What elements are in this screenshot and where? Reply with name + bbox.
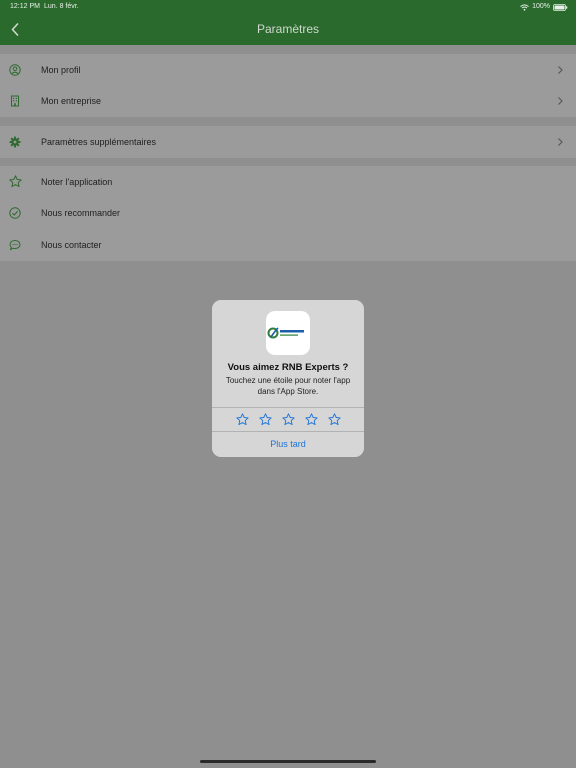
dialog-title: Vous aimez RNB Experts ? — [227, 362, 349, 373]
row-noter-application[interactable]: Noter l'application — [0, 166, 576, 198]
star-outline-icon — [258, 413, 272, 426]
row-label: Paramètres supplémentaires — [41, 136, 157, 147]
status-time: 12:12 PM — [10, 3, 40, 10]
navigation-bar: Paramètres — [0, 14, 576, 45]
status-bar: 12:12 PM Lun. 8 févr. 100% — [0, 0, 576, 14]
row-nous-contacter[interactable]: Nous contacter — [0, 229, 576, 261]
star-outline-icon — [304, 413, 318, 426]
star-2-button[interactable] — [258, 413, 272, 426]
plus-tard-button[interactable]: Plus tard — [212, 432, 364, 457]
app-logo — [266, 311, 310, 355]
battery-percent: 100% — [532, 3, 550, 10]
star-3-button[interactable] — [281, 413, 295, 426]
star-1-button[interactable] — [235, 413, 249, 426]
dialog-message: Touchez une étoile pour noter l'app dans… — [225, 376, 351, 396]
star-4-button[interactable] — [304, 413, 318, 426]
app-group: Noter l'application Nous recommander Nou… — [0, 166, 576, 261]
row-nous-recommander[interactable]: Nous recommander — [0, 198, 576, 230]
star-outline-icon — [235, 413, 249, 426]
star-outline-icon — [327, 413, 341, 426]
chevron-right-icon — [558, 65, 563, 74]
star-rating — [212, 408, 364, 431]
row-label: Mon entreprise — [41, 96, 102, 107]
gear-icon — [8, 135, 22, 149]
settings-group: Paramètres supplémentaires — [0, 126, 576, 158]
status-indicators: 100% — [520, 0, 568, 14]
home-indicator[interactable] — [200, 760, 376, 763]
row-label: Mon profil — [41, 64, 81, 75]
chat-bubble-icon — [8, 238, 22, 252]
status-date: Lun. 8 févr. — [44, 3, 79, 10]
row-label: Nous contacter — [41, 239, 102, 250]
chevron-right-icon — [558, 137, 563, 146]
building-icon — [8, 94, 22, 108]
battery-icon — [553, 3, 568, 11]
page-title: Paramètres — [256, 22, 320, 36]
row-mon-profil[interactable]: Mon profil — [0, 54, 576, 86]
wifi-icon — [520, 3, 529, 11]
star-outline-icon — [281, 413, 295, 426]
top-bar: 12:12 PM Lun. 8 févr. 100% Paramètres — [0, 0, 576, 45]
star-icon — [8, 175, 22, 189]
star-5-button[interactable] — [327, 413, 341, 426]
row-parametres-supplementaires[interactable]: Paramètres supplémentaires — [0, 126, 576, 158]
user-circle-icon — [8, 63, 22, 77]
check-circle-icon — [8, 206, 22, 220]
chevron-right-icon — [558, 97, 563, 106]
row-label: Noter l'application — [41, 176, 113, 187]
rnb-experts-logo-icon — [267, 327, 304, 339]
account-group: Mon profil Mon entreprise — [0, 54, 576, 117]
row-label: Nous recommander — [41, 208, 121, 219]
row-mon-entreprise[interactable]: Mon entreprise — [0, 86, 576, 118]
rating-dialog: Vous aimez RNB Experts ? Touchez une éto… — [212, 300, 364, 457]
